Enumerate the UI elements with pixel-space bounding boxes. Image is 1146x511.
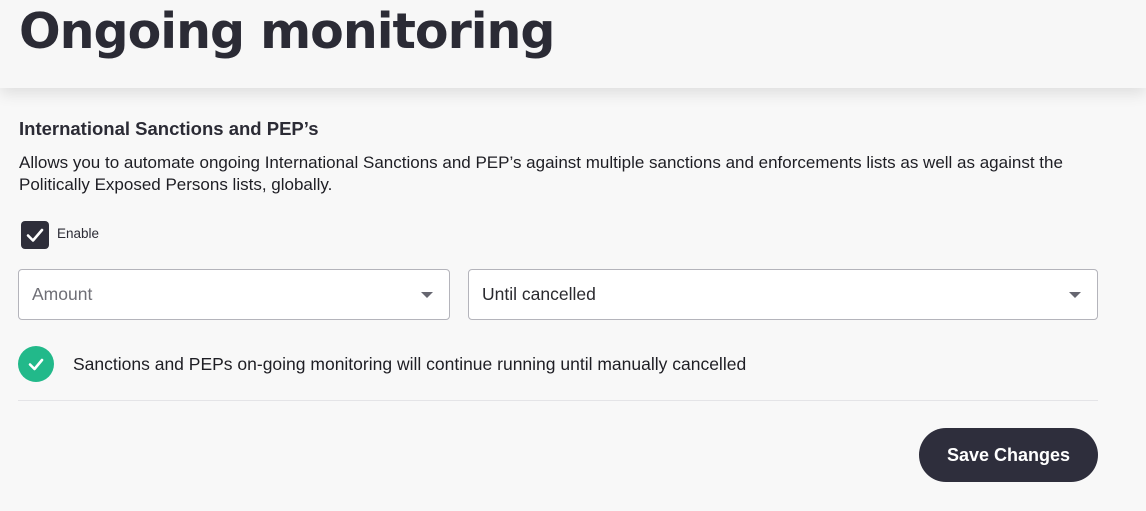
save-changes-button[interactable]: Save Changes [919, 428, 1098, 482]
chevron-down-icon [421, 292, 433, 298]
enable-checkbox[interactable] [21, 221, 49, 249]
check-circle-icon [18, 346, 54, 382]
duration-select[interactable]: Until cancelled [468, 269, 1098, 320]
chevron-down-icon [1069, 292, 1081, 298]
status-message: Sanctions and PEPs on-going monitoring w… [73, 354, 747, 374]
checkmark-icon [28, 358, 44, 371]
amount-select[interactable]: Amount [18, 269, 450, 320]
page-header: Ongoing monitoring [0, 0, 1146, 88]
duration-value: Until cancelled [482, 284, 596, 304]
amount-placeholder: Amount [32, 284, 93, 304]
section-description: Allows you to automate ongoing Internati… [19, 153, 1063, 194]
page-title: Ongoing monitoring [19, 3, 555, 60]
enable-label: Enable [57, 226, 100, 241]
section-title: International Sanctions and PEP’s [19, 118, 319, 139]
checkmark-icon [26, 228, 44, 242]
divider [18, 400, 1098, 401]
